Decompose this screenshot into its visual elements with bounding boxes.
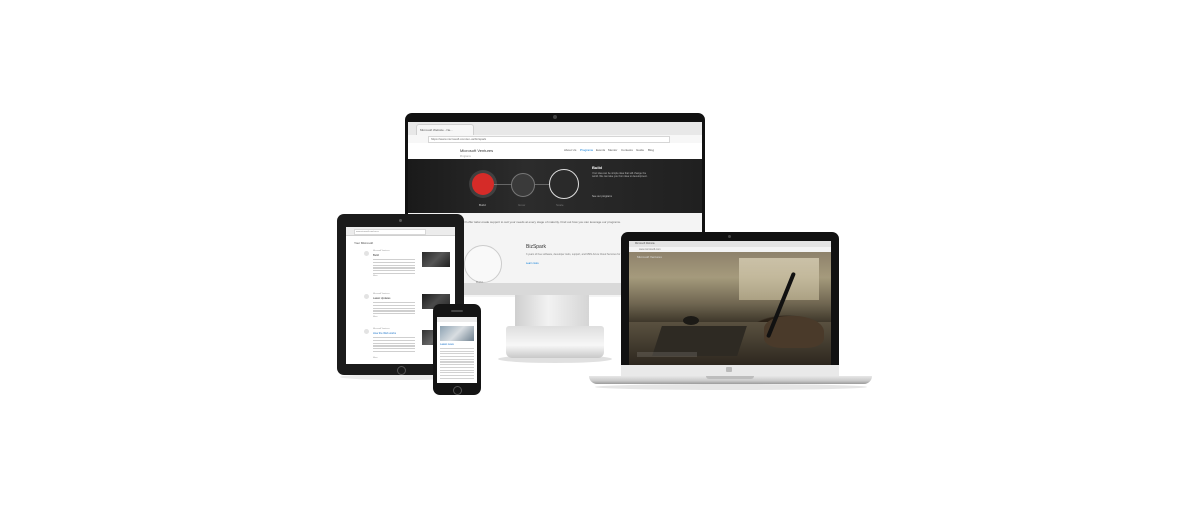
address-bar[interactable]: https://www.microsoft.com/en-us/bizspark: [428, 136, 670, 143]
hero-caption-build: Build: [479, 203, 486, 207]
laptop-shadow: [595, 384, 867, 390]
phone-screen: Latest news: [437, 317, 477, 383]
build-circle-icon: [464, 245, 502, 283]
laptop-screen: Microsoft Website www.microsoft.com Micr…: [629, 241, 831, 367]
hero-photo: Microsoft Ventures: [629, 252, 831, 367]
tablet-camera: [399, 219, 402, 222]
build-icon[interactable]: [472, 173, 494, 195]
tablet-address-bar[interactable]: www.microsoft.com/en-us: [354, 229, 426, 235]
entry-meta: Microsoft Ventures: [373, 250, 390, 252]
entry-title[interactable]: How the Web works: [373, 332, 396, 335]
laptop-opening-notch: [706, 376, 754, 379]
phone-device: Latest news: [433, 304, 481, 395]
site-subnav: Programs: [460, 155, 471, 158]
tablet-heading: Your Microsoft: [354, 241, 374, 245]
nav-contests[interactable]: Contests: [621, 148, 633, 152]
hero-text: Your idea can be simple idea that will c…: [592, 172, 648, 179]
tablet-address-row: www.microsoft.com/en-us: [346, 227, 455, 236]
entry-more-link[interactable]: More: [373, 357, 378, 359]
site-header: Microsoft Ventures Programs About Us Pro…: [408, 143, 702, 159]
intro-text: Every startup is unique. We'll offer tai…: [428, 220, 621, 224]
entry-body: [373, 259, 415, 276]
nav-about[interactable]: About Us: [564, 148, 576, 152]
entry-more-link[interactable]: More: [373, 316, 378, 318]
entry-thumbnail[interactable]: [422, 252, 450, 267]
hero-caption-scale: Scale: [556, 203, 564, 207]
card-title: BizSpark: [526, 244, 547, 250]
entry-avatar-icon: [364, 251, 369, 256]
entry-avatar-icon: [364, 294, 369, 299]
hero-banner: Build Grow Scale Build Your idea can be …: [408, 159, 702, 213]
entry-body: [373, 337, 415, 354]
rocket-icon[interactable]: [549, 169, 579, 199]
phone-speaker: [451, 310, 463, 312]
phone-article-title[interactable]: Latest news: [440, 343, 454, 346]
phone-address-bar[interactable]: [437, 317, 477, 322]
photo-caption-strip: [637, 352, 697, 357]
grow-icon[interactable]: [511, 173, 535, 197]
entry-avatar-icon: [364, 329, 369, 334]
laptop-camera: [728, 235, 731, 238]
monitor-foot: [506, 326, 604, 358]
entry-title[interactable]: Latest Updates: [373, 297, 390, 300]
entry-more-link[interactable]: More: [373, 275, 378, 277]
nav-events[interactable]: Events: [596, 148, 605, 152]
photo-mouse: [683, 316, 699, 325]
hero-caption-grow: Grow: [518, 203, 526, 207]
entry-meta: Microsoft Ventures: [373, 328, 390, 330]
entry-title[interactable]: Build: [373, 254, 379, 257]
site-title[interactable]: Microsoft Ventures: [460, 148, 493, 153]
laptop-logo-icon: [726, 367, 732, 372]
card-link[interactable]: Learn more: [526, 262, 539, 265]
nav-mentor[interactable]: Mentor: [608, 148, 617, 152]
monitor-neck: [515, 295, 589, 329]
laptop-lid: Microsoft Website www.microsoft.com Micr…: [621, 232, 839, 376]
laptop-tab[interactable]: Microsoft Website: [635, 242, 655, 245]
nav-programs[interactable]: Programs: [580, 148, 593, 152]
entry-body: [373, 302, 415, 316]
photo-window: [739, 258, 819, 300]
phone-home-button[interactable]: [453, 386, 462, 395]
camera-dot: [553, 115, 557, 119]
nav-guide[interactable]: Guide: [636, 148, 644, 152]
hero-link[interactable]: See our programs: [592, 195, 612, 198]
laptop-site-logo[interactable]: Microsoft Ventures: [637, 255, 662, 259]
phone-article-body: [440, 348, 474, 380]
tablet-home-button[interactable]: [397, 366, 406, 375]
phone-hero-image[interactable]: [440, 326, 474, 341]
hero-title: Build: [592, 165, 602, 170]
browser-tab-bar: Microsoft Website - Ne...: [408, 122, 702, 136]
entry-meta: Microsoft Ventures: [373, 293, 390, 295]
nav-blog[interactable]: Blog: [648, 148, 654, 152]
